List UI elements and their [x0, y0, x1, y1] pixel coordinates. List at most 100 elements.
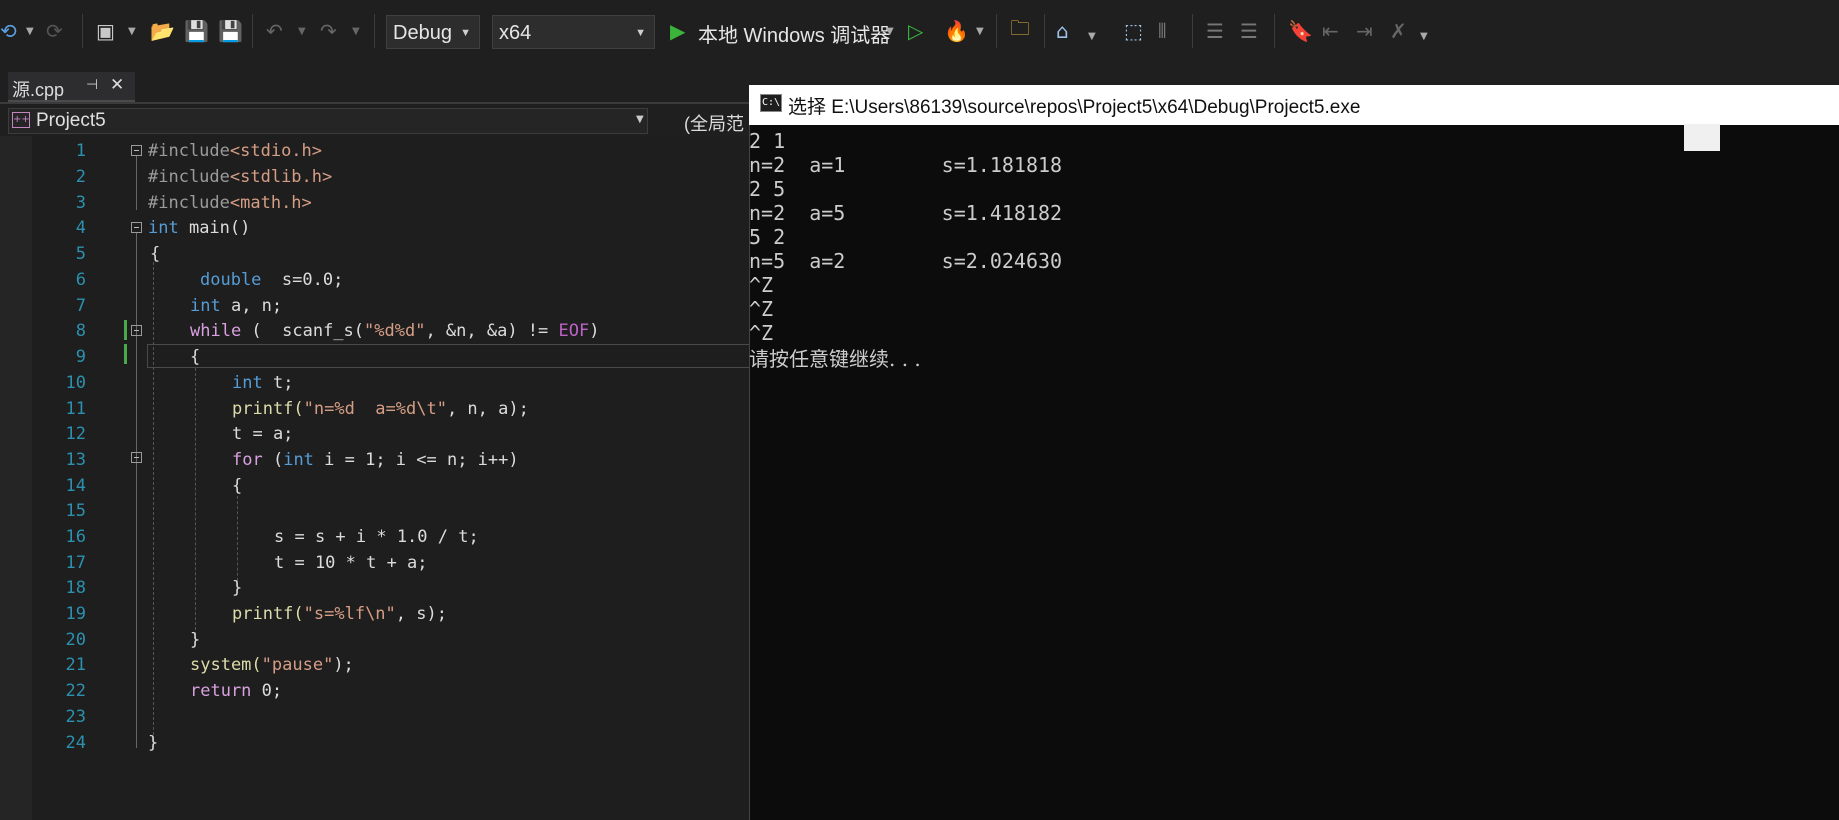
previous-bookmark-icon[interactable]: ⇤: [1322, 19, 1339, 43]
console-pause-prompt: 请按任意键继续. . .: [749, 347, 921, 371]
console-line: n=2 a=5 s=1.418182: [749, 201, 1063, 225]
line-number: 11: [65, 399, 86, 419]
select-element-icon[interactable]: ⬚: [1124, 19, 1143, 43]
uncomment-icon[interactable]: ☰: [1240, 19, 1258, 43]
fold-toggle-icon[interactable]: [131, 222, 142, 233]
save-all-icon[interactable]: 💾: [218, 19, 243, 43]
code-line: int a, n;: [190, 296, 283, 316]
project-icon: ++: [12, 112, 30, 128]
line-number: 23: [65, 707, 86, 727]
code-line: }: [190, 630, 201, 650]
line-number: 14: [65, 476, 86, 496]
code-line: for (int i = 1; i <= n; i++): [232, 450, 519, 470]
toolbar-separator: [374, 14, 375, 48]
code-line: t = 10 * t + a;: [274, 553, 428, 573]
new-project-dropdown-icon[interactable]: ▼: [128, 19, 136, 43]
console-line: 2 5: [749, 177, 786, 201]
current-line-highlight: [147, 344, 750, 368]
navigate-back-icon[interactable]: ⟲: [0, 19, 17, 43]
line-number: 9: [75, 347, 86, 367]
find-in-files-icon[interactable]: 🗀: [1010, 16, 1030, 43]
chevron-down-icon: ▼: [635, 27, 646, 39]
console-line: n=5 a=2 s=2.024630: [749, 249, 1063, 273]
toolbar-overflow-icon[interactable]: ▼: [1420, 24, 1428, 48]
line-number: 12: [65, 424, 86, 444]
comment-out-icon[interactable]: ☰: [1206, 19, 1224, 43]
browser-link-icon[interactable]: ⌂: [1056, 19, 1069, 43]
line-number: 20: [65, 630, 86, 650]
code-line: }: [232, 578, 243, 598]
pin-icon[interactable]: ⊣: [86, 77, 98, 93]
platform-dropdown[interactable]: x64 ▼: [492, 15, 655, 49]
code-line: int t;: [232, 373, 294, 393]
code-line: system("pause");: [190, 655, 354, 675]
start-debug-button-label[interactable]: 本地 Windows 调试器: [698, 19, 890, 48]
clear-bookmarks-icon[interactable]: ✗: [1390, 19, 1407, 43]
toolbar-separator: [996, 14, 997, 48]
step-icon[interactable]: ⫴: [1158, 19, 1166, 43]
code-line: int main(): [148, 218, 251, 238]
bookmark-icon[interactable]: 🔖: [1288, 19, 1313, 43]
redo-icon[interactable]: ↷: [320, 19, 337, 43]
console-title: 选择 E:\Users\86139\source\repos\Project5\…: [788, 97, 1361, 118]
code-editor[interactable]: [0, 136, 750, 820]
line-number: 18: [65, 578, 86, 598]
fold-toggle-icon[interactable]: [131, 325, 142, 336]
fold-line: [136, 156, 137, 210]
fold-toggle-icon[interactable]: [131, 452, 142, 463]
open-folder-icon[interactable]: 📂: [150, 19, 175, 43]
navigate-forward-icon[interactable]: ⟳: [46, 19, 63, 43]
back-dropdown-icon[interactable]: ▼: [26, 19, 34, 43]
line-number: 1: [75, 141, 86, 161]
line-number: 2: [75, 167, 86, 187]
fold-toggle-icon[interactable]: [131, 145, 142, 156]
console-line: n=2 a=1 s=1.181818: [749, 153, 1063, 177]
change-indicator: [124, 344, 127, 364]
scope-dropdown[interactable]: (全局范: [684, 110, 744, 136]
start-without-debugging-icon[interactable]: ▷: [908, 19, 923, 43]
debug-target-dropdown-icon[interactable]: ▼: [886, 19, 894, 43]
toolbar-separator: [82, 14, 83, 48]
close-icon[interactable]: ✕: [110, 75, 124, 95]
platform-value: x64: [499, 22, 532, 44]
redo-dropdown-icon[interactable]: ▼: [352, 19, 360, 43]
configuration-dropdown[interactable]: Debug ▼: [386, 15, 480, 49]
line-number: 15: [65, 501, 86, 521]
start-debug-icon[interactable]: ▶: [670, 19, 685, 43]
undo-icon[interactable]: ↶: [266, 19, 283, 43]
line-number: 10: [65, 373, 86, 393]
code-line: #include<stdio.h>: [148, 141, 323, 161]
indent-guide: [237, 496, 238, 586]
console-window[interactable]: [749, 85, 1839, 820]
project-name: Project5: [36, 110, 106, 131]
code-line: {: [190, 347, 201, 367]
toolbar-separator: [1044, 14, 1045, 48]
undo-dropdown-icon[interactable]: ▼: [298, 19, 306, 43]
new-project-icon[interactable]: ▣: [96, 19, 115, 43]
line-number: 16: [65, 527, 86, 547]
console-line: 2 1: [749, 129, 786, 153]
fold-line: [136, 463, 137, 598]
console-line: ^Z: [749, 321, 774, 345]
line-number: 6: [75, 270, 86, 290]
code-line: #include<math.h>: [148, 193, 312, 213]
line-number: 13: [65, 450, 86, 470]
line-number: 19: [65, 604, 86, 624]
hot-reload-dropdown-icon[interactable]: ▼: [976, 19, 984, 43]
code-line: }: [148, 733, 159, 753]
next-bookmark-icon[interactable]: ⇥: [1356, 19, 1373, 43]
console-app-icon: C:\: [760, 94, 782, 112]
code-line: while ( scanf_s("%d%d", &n, &a) != EOF): [190, 321, 600, 341]
tab-source-cpp[interactable]: 源.cpp ⊣ ✕: [8, 72, 135, 102]
line-number: 7: [75, 296, 86, 316]
hot-reload-icon[interactable]: 🔥: [944, 19, 969, 43]
line-number: 5: [75, 244, 86, 264]
save-icon[interactable]: 💾: [184, 19, 209, 43]
console-line: ^Z: [749, 297, 774, 321]
console-line: ^Z: [749, 273, 774, 297]
chevron-down-icon: ▼: [636, 114, 644, 125]
line-number: 8: [75, 321, 86, 341]
code-line: t = a;: [232, 424, 294, 444]
browser-link-dropdown-icon[interactable]: ▼: [1088, 24, 1096, 48]
console-scroll-button[interactable]: [1684, 124, 1720, 151]
